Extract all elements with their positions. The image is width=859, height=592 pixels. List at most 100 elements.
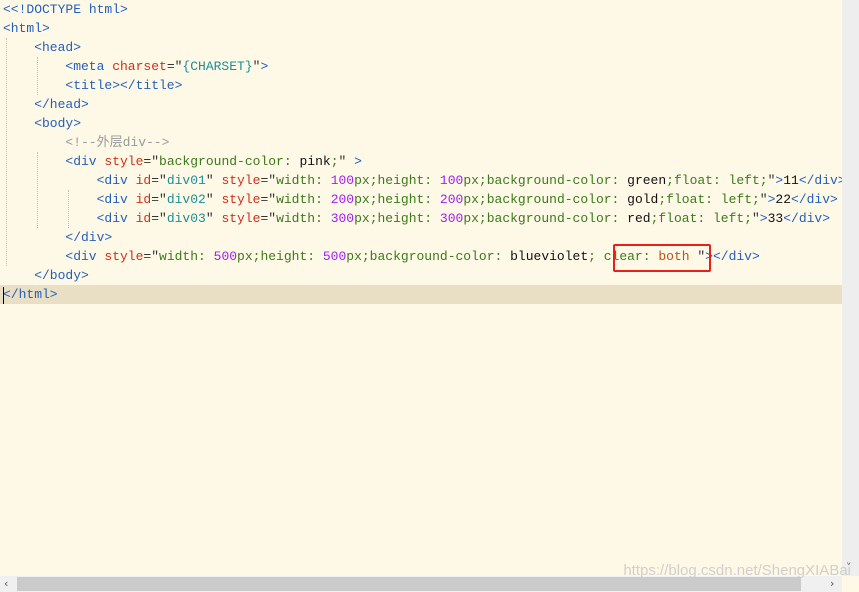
code-line[interactable]: <!--外层div--> (65, 133, 169, 152)
code-token: " (759, 192, 768, 207)
code-token: ; (330, 154, 339, 169)
code-editor[interactable]: <<!DOCTYPE html> <html> <head> <meta charse… (0, 0, 842, 576)
code-token: green (627, 173, 667, 188)
watermark: https://blog.csdn.net/ShengXIABai (623, 562, 851, 579)
code-line[interactable]: <head> (34, 38, 81, 57)
current-line-highlight (0, 285, 842, 304)
code-token: =" (260, 173, 277, 188)
code-token: px;background-color: (346, 249, 511, 264)
code-token: =" (151, 173, 167, 188)
code-line[interactable]: <div id="div01" style="width: 100px;heig… (97, 171, 842, 190)
annotation-highlight-box (613, 244, 711, 272)
code-token: > (260, 59, 269, 74)
code-line[interactable]: <div style="background-color: pink;" > (65, 152, 362, 171)
code-token: =" (143, 154, 160, 169)
code-token: =" (143, 249, 160, 264)
code-token: width: (276, 211, 331, 226)
code-token: blueviolet (510, 249, 589, 264)
code-token: =" (260, 192, 277, 207)
code-token: red (627, 211, 651, 226)
code-token: =" (260, 211, 277, 226)
code-token: <div (96, 211, 136, 226)
code-token: </html> (3, 287, 58, 302)
text-caret (3, 287, 4, 304)
code-token: =" (151, 211, 167, 226)
code-token: 22 (775, 192, 792, 207)
code-token: </head> (34, 97, 89, 112)
code-token: 100 (439, 173, 464, 188)
code-token: " (205, 211, 222, 226)
code-token: =" (151, 192, 167, 207)
code-token: </div> (65, 230, 113, 245)
code-token: width: (276, 173, 331, 188)
code-token: </div> (783, 211, 831, 226)
vertical-scrollbar[interactable]: ˅ (842, 0, 859, 576)
code-token: ></div> (705, 249, 760, 264)
code-token: div03 (166, 211, 206, 226)
code-line[interactable]: <title></title> (65, 76, 182, 95)
code-token: style (221, 192, 261, 207)
code-token: style (104, 154, 144, 169)
code-token: width: (159, 249, 214, 264)
code-token: " (205, 173, 222, 188)
code-token: </div> (791, 192, 838, 207)
code-token: 300 (439, 211, 464, 226)
code-token: px;height: (354, 192, 440, 207)
code-line[interactable]: <body> (34, 114, 81, 133)
code-token: <title></title> (65, 78, 183, 93)
code-line[interactable]: <meta charset="{CHARSET}"> (65, 57, 268, 76)
scrollbar-thumb[interactable] (17, 577, 801, 591)
code-token: px;background-color: (463, 211, 628, 226)
code-token: px;height: (237, 249, 323, 264)
code-token: <div (65, 249, 105, 264)
code-token: charset (112, 59, 167, 74)
code-token: px;background-color: (463, 192, 628, 207)
code-line[interactable]: </div> (65, 228, 112, 247)
code-line[interactable]: </html> (3, 285, 58, 304)
code-token: style (104, 249, 144, 264)
code-token: px;background-color: (463, 173, 628, 188)
code-token: <head> (34, 40, 81, 55)
indent-guide (6, 38, 7, 266)
code-line[interactable]: <html> (3, 19, 50, 38)
code-line[interactable]: </body> (34, 266, 89, 285)
code-line[interactable]: <div id="div03" style="width: 300px;heig… (97, 209, 830, 228)
code-token: div02 (166, 192, 206, 207)
code-token: </div> (798, 173, 842, 188)
code-token: pink (299, 154, 331, 169)
code-token: 500 (322, 249, 347, 264)
code-token: 33 (767, 211, 784, 226)
code-token: 100 (330, 173, 355, 188)
code-token: ;float: left; (666, 173, 768, 188)
code-token: " (205, 192, 222, 207)
code-token: <meta (65, 59, 113, 74)
code-token: <div (96, 192, 136, 207)
code-token: background-color: (159, 154, 300, 169)
code-token: <div (96, 173, 136, 188)
code-token: <html> (3, 21, 50, 36)
code-token: ;float: left; (650, 211, 752, 226)
code-token: div01 (166, 173, 206, 188)
code-token: gold (627, 192, 659, 207)
code-token: 500 (213, 249, 238, 264)
code-token: 200 (330, 192, 355, 207)
indent-guide (37, 57, 39, 95)
indent-guide (68, 190, 70, 228)
code-token: <div (65, 154, 105, 169)
code-line[interactable]: </head> (34, 95, 89, 114)
code-token: id (135, 211, 152, 226)
code-token: style (221, 211, 261, 226)
chevron-left-icon[interactable]: ‹ (4, 576, 8, 592)
code-line[interactable]: <div id="div02" style="width: 200px;heig… (97, 190, 838, 209)
code-token: ;float: left; (658, 192, 760, 207)
code-token: =" (166, 59, 183, 74)
code-token: width: (276, 192, 331, 207)
code-token: 200 (439, 192, 464, 207)
code-token: <!--外层div--> (65, 135, 170, 150)
code-token: {CHARSET} (182, 59, 253, 74)
code-token: id (135, 192, 152, 207)
code-token: " (338, 154, 355, 169)
code-token: px;height: (354, 173, 440, 188)
code-line[interactable]: <<!DOCTYPE html> (3, 0, 128, 19)
code-token: </body> (34, 268, 89, 283)
